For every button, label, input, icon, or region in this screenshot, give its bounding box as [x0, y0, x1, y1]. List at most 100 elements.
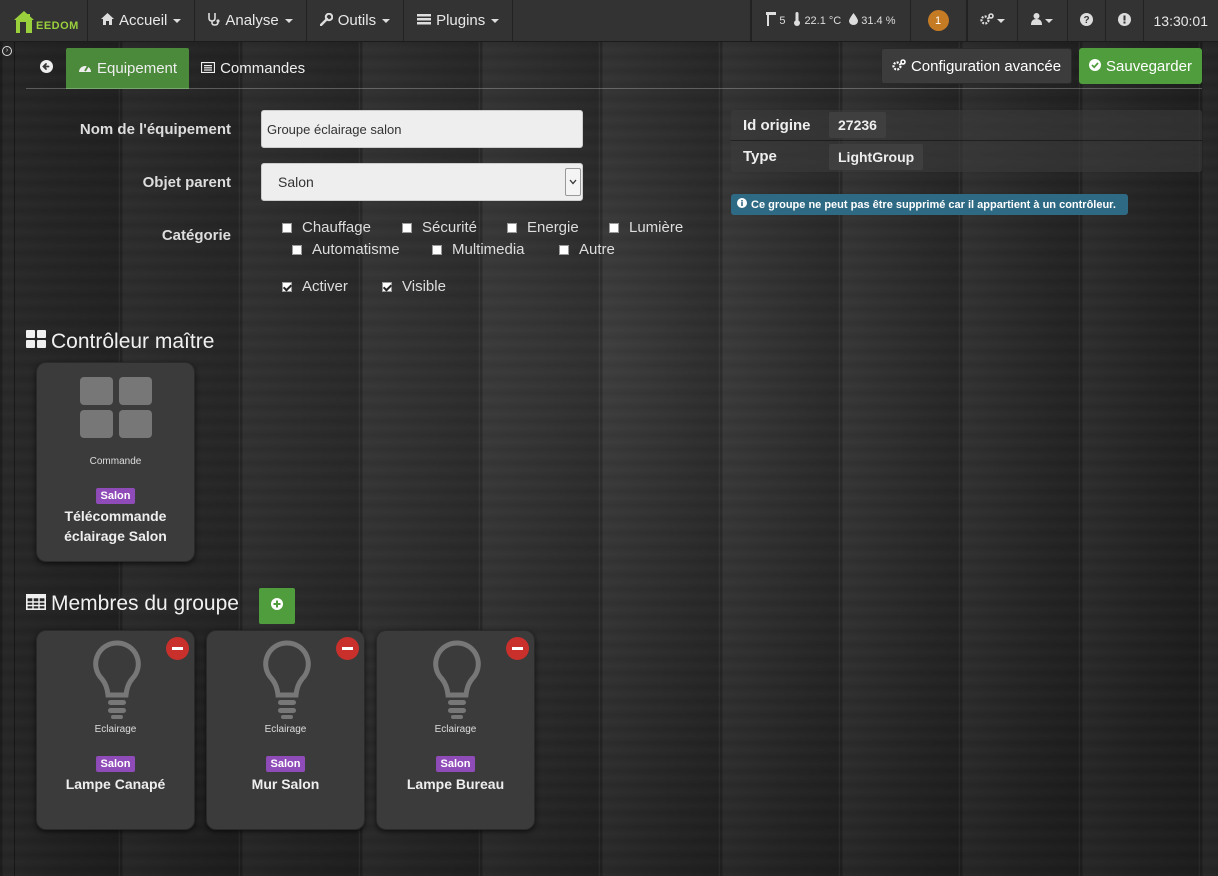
checkbox[interactable]: [432, 244, 442, 255]
name-label: Nom de l'équipement: [79, 121, 231, 138]
humidity-status: 31.4 %: [849, 13, 896, 28]
nav-plugins-label: Plugins: [436, 12, 486, 29]
category-energie[interactable]: Energie: [507, 219, 579, 236]
remote-grid-icon: [80, 377, 153, 444]
equipment-name-input[interactable]: Groupe éclairage salon: [261, 110, 583, 148]
status-summary[interactable]: 5 22.1 °C 31.4 %: [751, 0, 911, 41]
info-row-type: Type LightGroup: [731, 141, 1202, 172]
card-name: Mur Salon: [251, 776, 320, 792]
parent-object-select[interactable]: Salon: [261, 163, 583, 201]
nav-analyse[interactable]: Analyse: [195, 0, 307, 41]
notifications[interactable]: 1: [911, 0, 967, 41]
chevron-down-icon: [382, 18, 391, 23]
nav-outils-label: Outils: [337, 12, 377, 29]
card-type: Eclairage: [264, 724, 307, 735]
alert-button[interactable]: [1104, 0, 1143, 41]
notification-count-badge: 1: [927, 10, 949, 31]
nav-accueil[interactable]: Accueil: [88, 0, 196, 41]
visible-label: Visible: [402, 278, 446, 295]
remove-member-button[interactable]: [166, 637, 189, 660]
checkbox-checked[interactable]: [382, 281, 392, 292]
category-autre-label: Autre: [579, 241, 615, 258]
save-button[interactable]: Sauvegarder: [1079, 48, 1202, 84]
tab-divider: [26, 88, 1202, 89]
type-value: LightGroup: [829, 143, 924, 170]
door-status: 5: [766, 12, 785, 29]
cogs-icon: [892, 58, 906, 75]
back-tab[interactable]: [26, 48, 66, 89]
brand-logo[interactable]: EEDOM: [0, 0, 88, 41]
category-autre[interactable]: Autre: [559, 241, 615, 258]
master-title-text: Contrôleur maître: [51, 330, 215, 353]
category-label: Catégorie: [161, 227, 231, 244]
parent-label: Objet parent: [142, 174, 231, 191]
category-multimedia-label: Multimedia: [452, 241, 525, 258]
master-section-title: Contrôleur maître: [26, 330, 214, 354]
cogs-icon: [979, 13, 994, 28]
activate-checkbox[interactable]: Activer: [282, 278, 348, 295]
info-circle-icon: [737, 198, 747, 211]
help-button[interactable]: ?: [1066, 0, 1105, 41]
sidebar-toggle-icon[interactable]: ›: [2, 46, 12, 56]
clock: 13:30:01: [1142, 0, 1218, 41]
question-icon: ?: [1079, 12, 1093, 29]
category-chauffage[interactable]: Chauffage: [282, 219, 371, 236]
member-card[interactable]: Eclairage Salon Lampe Bureau: [376, 630, 535, 830]
remove-member-button[interactable]: [506, 637, 529, 660]
chevron-down-icon: [173, 18, 182, 23]
category-multimedia[interactable]: Multimedia: [432, 241, 525, 258]
members-section-title: Membres du groupe: [26, 592, 239, 616]
door-count: 5: [779, 14, 786, 27]
settings-menu[interactable]: [966, 0, 1017, 41]
humidity-value: 31.4 %: [861, 14, 896, 27]
tab-equipement[interactable]: Equipement: [66, 48, 190, 89]
parent-object-value: Salon: [278, 174, 314, 190]
advanced-config-button[interactable]: Configuration avancée: [881, 48, 1072, 84]
category-automatisme[interactable]: Automatisme: [292, 241, 400, 258]
member-card[interactable]: Eclairage Salon Mur Salon: [206, 630, 365, 830]
chevron-down-icon: [284, 18, 293, 23]
user-menu[interactable]: [1016, 0, 1067, 41]
card-type: Eclairage: [94, 724, 137, 735]
equipment-info-table: Id origine 27236 Type LightGroup: [731, 110, 1202, 172]
card-name: Télécommande éclairage Salon: [64, 508, 167, 544]
equipment-tabs: Equipement Commandes: [26, 48, 317, 89]
lightbulb-icon: [262, 640, 312, 725]
checkbox[interactable]: [609, 222, 619, 233]
temperature-value: 22.1 °C: [804, 14, 842, 27]
checkbox[interactable]: [292, 244, 302, 255]
card-name: Lampe Bureau: [406, 776, 505, 792]
tab-commandes[interactable]: Commandes: [189, 48, 317, 89]
category-securite[interactable]: Sécurité: [402, 219, 477, 236]
nav-accueil-label: Accueil: [119, 12, 168, 29]
house-logo-icon: [12, 8, 36, 34]
type-label: Type: [743, 148, 777, 165]
nav-outils[interactable]: Outils: [307, 0, 405, 41]
add-member-button[interactable]: [259, 588, 295, 624]
wrench-icon: [319, 12, 333, 29]
list-alt-icon: [200, 60, 216, 77]
plus-circle-icon: [271, 597, 283, 615]
save-label: Sauvegarder: [1106, 57, 1192, 75]
master-controller-card[interactable]: Commande Salon Télécommande éclairage Sa…: [36, 362, 195, 562]
member-card[interactable]: Eclairage Salon Lampe Canapé: [36, 630, 195, 830]
checkbox-checked[interactable]: [282, 281, 292, 292]
category-automatisme-label: Automatisme: [312, 241, 400, 258]
activate-label: Activer: [302, 278, 348, 295]
checkbox[interactable]: [402, 222, 412, 233]
stethoscope-icon: [208, 12, 220, 29]
id-origin-label: Id origine: [743, 116, 811, 134]
checkbox[interactable]: [559, 244, 569, 255]
remove-member-button[interactable]: [336, 637, 359, 660]
category-lumiere[interactable]: Lumière: [609, 219, 683, 236]
room-badge: Salon: [95, 756, 136, 772]
exclamation-icon: [1117, 12, 1131, 29]
visible-checkbox[interactable]: Visible: [382, 278, 446, 295]
temperature-status: 22.1 °C: [793, 12, 841, 29]
nav-plugins[interactable]: Plugins: [404, 0, 514, 41]
info-row-id: Id origine 27236: [731, 110, 1202, 141]
room-badge: Salon: [435, 756, 476, 772]
checkbox[interactable]: [282, 222, 292, 233]
id-origin-value: 27236: [829, 112, 886, 138]
checkbox[interactable]: [507, 222, 517, 233]
